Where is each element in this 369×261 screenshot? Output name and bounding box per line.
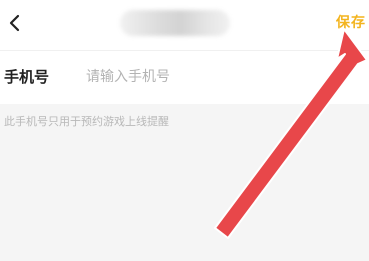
phone-number-input[interactable] [86,65,316,89]
save-button[interactable]: 保存 [336,14,366,32]
phone-number-row: 手机号 [0,50,369,104]
back-button[interactable] [0,8,30,38]
phone-usage-hint: 此手机号只用于预约游戏上线提醒 [4,115,169,128]
chevron-left-icon [9,14,20,32]
phone-number-label: 手机号 [4,68,50,86]
top-bar: 保存 [0,0,369,50]
page-title-blurred [120,10,230,36]
